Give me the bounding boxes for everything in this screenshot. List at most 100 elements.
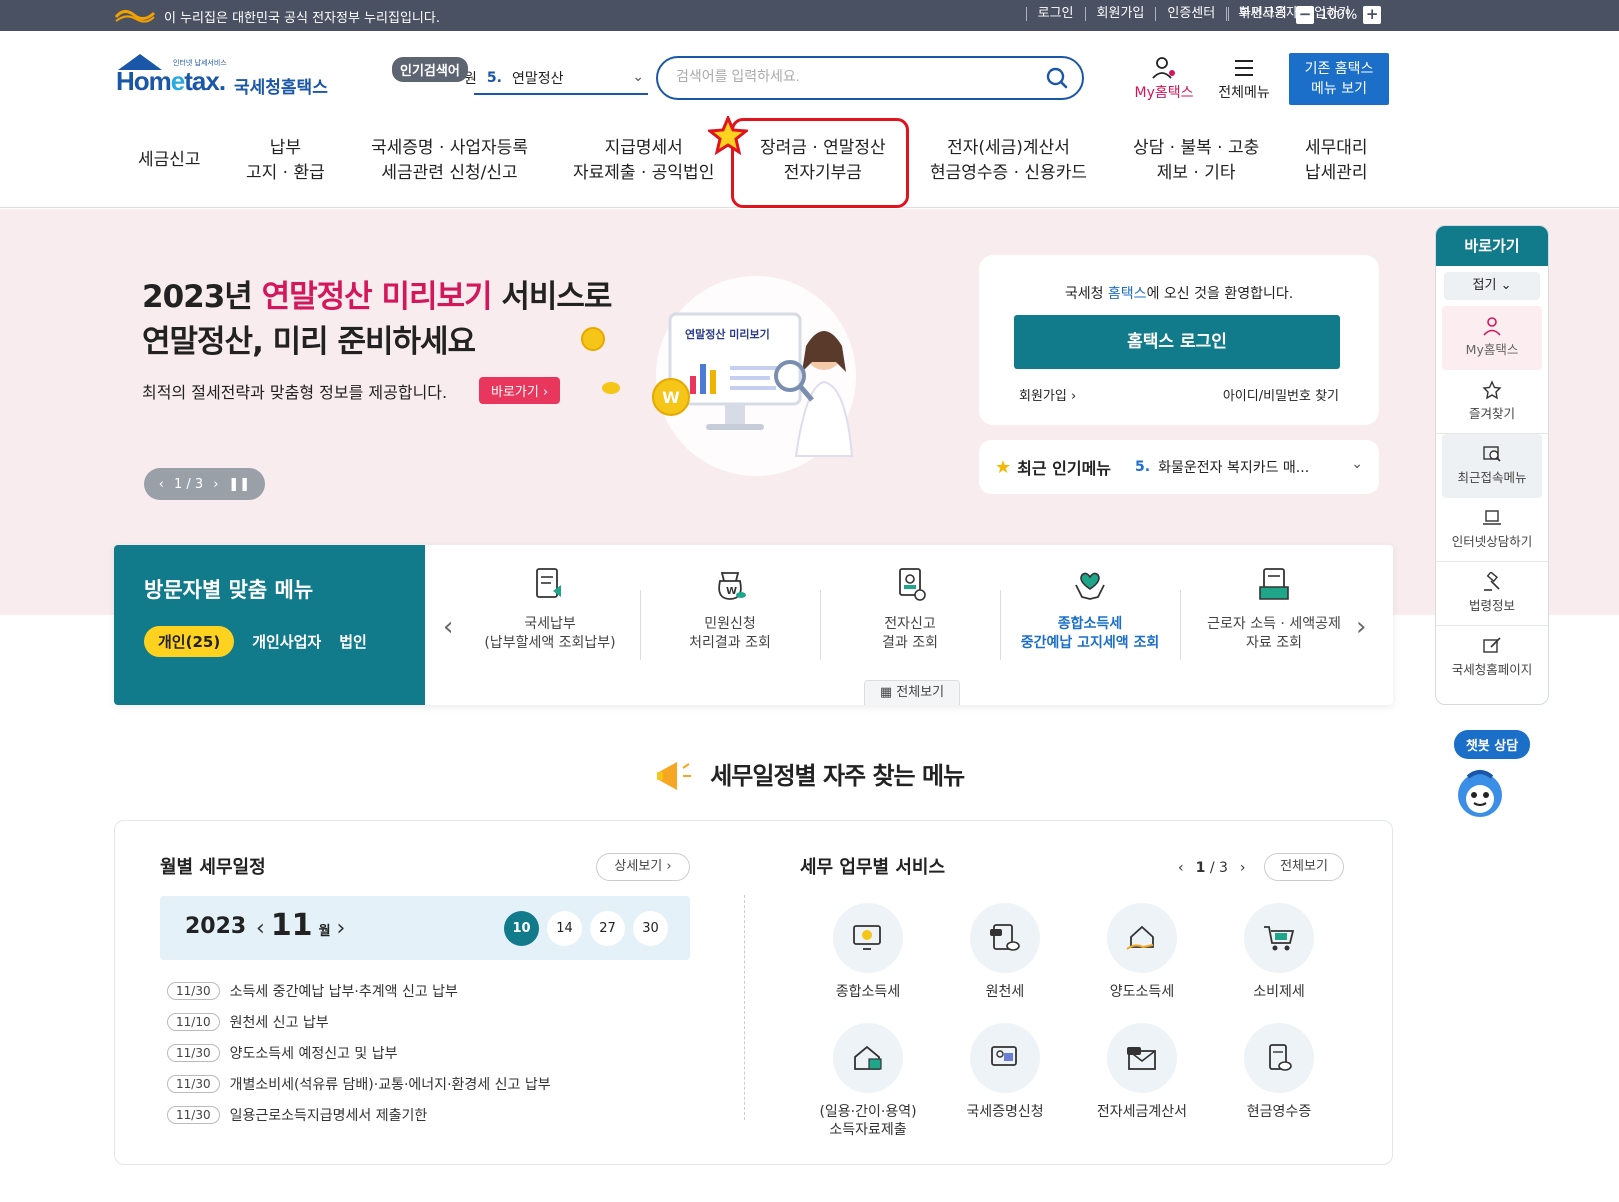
join-link[interactable]: 회원가입 › <box>1019 385 1076 404</box>
service-e-tax-invoice[interactable]: 전자세금계산서 <box>1077 1023 1207 1121</box>
popular-keyword-select[interactable]: 원 5. 연말정산 ⌄ <box>464 63 648 95</box>
quick-online-consult[interactable]: 인터넷상담하기 <box>1436 498 1548 562</box>
nav-consult[interactable]: 상담 · 불복 · 고충 제보 · 기타 <box>1133 136 1259 186</box>
laptop-icon <box>1483 510 1501 525</box>
zoom-in-button[interactable]: + <box>1363 6 1382 24</box>
grid-icon: ▦ <box>879 685 893 700</box>
nav-payment-statement[interactable]: 지급명세서 자료제출 · 공익법인 <box>573 136 714 186</box>
services-view-all-button[interactable]: 전체보기 <box>1264 853 1344 881</box>
chevron-right-icon[interactable]: › <box>1240 860 1246 876</box>
login-button[interactable]: 홈택스 로그인 <box>1014 315 1340 369</box>
prev-month-icon[interactable]: ‹ <box>256 916 265 941</box>
nav-payment[interactable]: 납부 고지 · 환급 <box>246 136 325 186</box>
hero-pager: ‹ 1 / 3 › ❚❚ <box>144 468 265 500</box>
quick-law-info[interactable]: 법령정보 <box>1436 562 1548 626</box>
service-consumption-tax[interactable]: 소비제세 <box>1214 903 1344 1001</box>
user-icon <box>1152 57 1175 79</box>
nav-e-invoice[interactable]: 전자(세금)계산서 현금영수증 · 신용카드 <box>930 136 1087 186</box>
month-selector: 2023 ‹ 11 월 › 10 14 27 30 <box>160 896 690 960</box>
chevron-left-icon[interactable]: ‹ <box>443 612 453 642</box>
my-hometax-button[interactable]: My홈택스 <box>1128 56 1200 102</box>
schedule-item[interactable]: 11/30 개별소비세(석유류 담배)·교통·에너지·환경세 신고 납부 <box>167 1074 551 1094</box>
hero-go-button[interactable]: 바로가기 › <box>479 377 561 404</box>
prev-slide-icon[interactable]: ‹ <box>159 477 164 492</box>
quick-recent-menu[interactable]: 최근접속메뉴 <box>1442 434 1542 498</box>
font-size-label: 화면크기 <box>1228 7 1287 21</box>
recent-search-icon <box>1483 446 1501 462</box>
next-month-icon[interactable]: › <box>337 916 346 941</box>
visitor-item-worker-deduction[interactable]: 근로자 소득 · 세액공제 자료 조회 <box>1184 567 1364 653</box>
visitor-item-income-tax-interim[interactable]: 종합소득세 중간예납 고지세액 조회 <box>1000 567 1180 653</box>
service-tax-certificate[interactable]: 국세증명신청 <box>940 1023 1070 1121</box>
tab-sole-proprietor[interactable]: 개인사업자 <box>252 631 321 652</box>
hero-title-line2: 연말정산, 미리 준비하세요 <box>142 324 476 360</box>
service-daily-income-data[interactable]: (일용·간이·용역) 소득자료제출 <box>803 1023 933 1139</box>
year-label: 2023 <box>185 914 247 939</box>
cert-center-link[interactable]: 인증센터 <box>1155 7 1226 21</box>
schedule-item[interactable]: 11/30 일용근로소득지급명세서 제출기한 <box>167 1105 427 1125</box>
document-folder-icon <box>1259 568 1289 600</box>
services-pager: ‹ 1 / 3 › <box>1178 860 1246 876</box>
visitor-menu-panel: 방문자별 맞춤 메뉴 개인(25) 개인사업자 법인 <box>114 545 425 705</box>
star-icon: ★ <box>995 456 1012 478</box>
find-id-password-link[interactable]: 아이디/비밀번호 찾기 <box>1223 385 1339 404</box>
schedule-item[interactable]: 11/10 원천세 신고 납부 <box>167 1012 329 1032</box>
day-chips: 10 14 27 30 <box>504 911 668 946</box>
service-capital-gains-tax[interactable]: 양도소득세 <box>1077 903 1207 1001</box>
old-hometax-menu-button[interactable]: 기존 홈택스 메뉴 보기 <box>1289 53 1389 105</box>
tab-corporation[interactable]: 법인 <box>339 631 367 652</box>
nav-tax-agent[interactable]: 세무대리 납세관리 <box>1305 136 1368 186</box>
nav-tax-report[interactable]: 세금신고 <box>138 148 201 173</box>
nav-certificate[interactable]: 국세증명 · 사업자등록 세금관련 신청/신고 <box>371 136 528 186</box>
tab-individual[interactable]: 개인(25) <box>144 626 235 657</box>
chevron-left-icon[interactable]: ‹ <box>1178 860 1184 876</box>
service-withholding-tax[interactable]: 원천세 <box>940 903 1070 1001</box>
pause-icon[interactable]: ❚❚ <box>228 477 250 492</box>
fold-button[interactable]: 접기 ⌄ <box>1444 272 1540 300</box>
join-link[interactable]: 회원가입 <box>1084 7 1156 21</box>
search-input[interactable] <box>676 68 1036 84</box>
house-hand-icon <box>1126 925 1154 950</box>
welcome-text: 국세청 홈택스에 오신 것을 환영합니다. <box>1064 286 1294 302</box>
day-chip[interactable]: 30 <box>633 911 668 946</box>
monitor-won-icon <box>853 925 881 950</box>
visitor-item-civil-result[interactable]: W 민원신청 처리결과 조회 <box>640 567 820 653</box>
view-all-visitor-button[interactable]: ▦ 전체보기 <box>864 680 960 705</box>
hero-subtitle: 최적의 절세전략과 맞춤형 정보를 제공합니다. <box>142 383 448 402</box>
hamburger-icon <box>1235 60 1253 76</box>
visitor-menu-title: 방문자별 맞춤 메뉴 <box>144 578 314 602</box>
star-outline-icon <box>1482 380 1502 400</box>
login-link[interactable]: 로그인 <box>1025 7 1085 21</box>
schedule-item[interactable]: 11/30 양도소득세 예정신고 및 납부 <box>167 1043 398 1063</box>
coin-icon: W <box>652 378 690 416</box>
receipt-icon <box>1269 1044 1292 1071</box>
detail-view-button[interactable]: 상세보기 › <box>596 853 690 881</box>
all-menu-button[interactable]: 전체메뉴 <box>1212 56 1276 102</box>
government-emblem-icon <box>114 10 156 23</box>
visitor-item-e-filing-result[interactable]: 전자신고 결과 조회 <box>820 567 1000 653</box>
zoom-out-button[interactable]: − <box>1296 6 1314 24</box>
service-cash-receipt[interactable]: 현금영수증 <box>1214 1023 1344 1121</box>
day-chip[interactable]: 10 <box>504 911 539 946</box>
recent-popular-menu[interactable]: ★ 최근 인기메뉴 5. 화물운전자 복지카드 매... ⌄ <box>979 440 1379 494</box>
zoom-control: − 100% + <box>1296 6 1382 24</box>
quick-my-hometax[interactable]: My홈택스 <box>1442 306 1542 370</box>
search-icon[interactable] <box>1046 67 1068 89</box>
slide-counter: 1 / 3 <box>174 476 204 492</box>
monthly-schedule-title: 월별 세무일정 <box>160 857 266 878</box>
next-slide-icon[interactable]: › <box>213 477 218 492</box>
day-chip[interactable]: 27 <box>590 911 625 946</box>
quick-favorites[interactable]: 즐겨찾기 <box>1436 370 1548 434</box>
hero-title: 2023년 연말정산 미리보기 서비스로 <box>142 279 612 315</box>
popular-number: 5. <box>486 70 502 86</box>
service-income-tax[interactable]: 종합소득세 <box>803 903 933 1001</box>
quick-nts-homepage[interactable]: 국세청홈페이지 <box>1436 626 1548 690</box>
hometax-logo[interactable]: 인터넷 납세서비스 Hometax. 국세청홈택스 <box>116 54 331 104</box>
visitor-item-tax-payment[interactable]: 국세납부 (납부할세액 조회납부) <box>460 567 640 653</box>
chevron-down-icon: ⌄ <box>1351 456 1363 472</box>
day-chip[interactable]: 14 <box>547 911 582 946</box>
chevron-down-icon: ⌄ <box>632 69 644 85</box>
old-menu-line2: 메뉴 보기 <box>1311 81 1367 97</box>
star-marker-icon <box>708 116 748 156</box>
schedule-item[interactable]: 11/30 소득세 중간예납 납부·추계액 신고 납부 <box>167 981 458 1001</box>
